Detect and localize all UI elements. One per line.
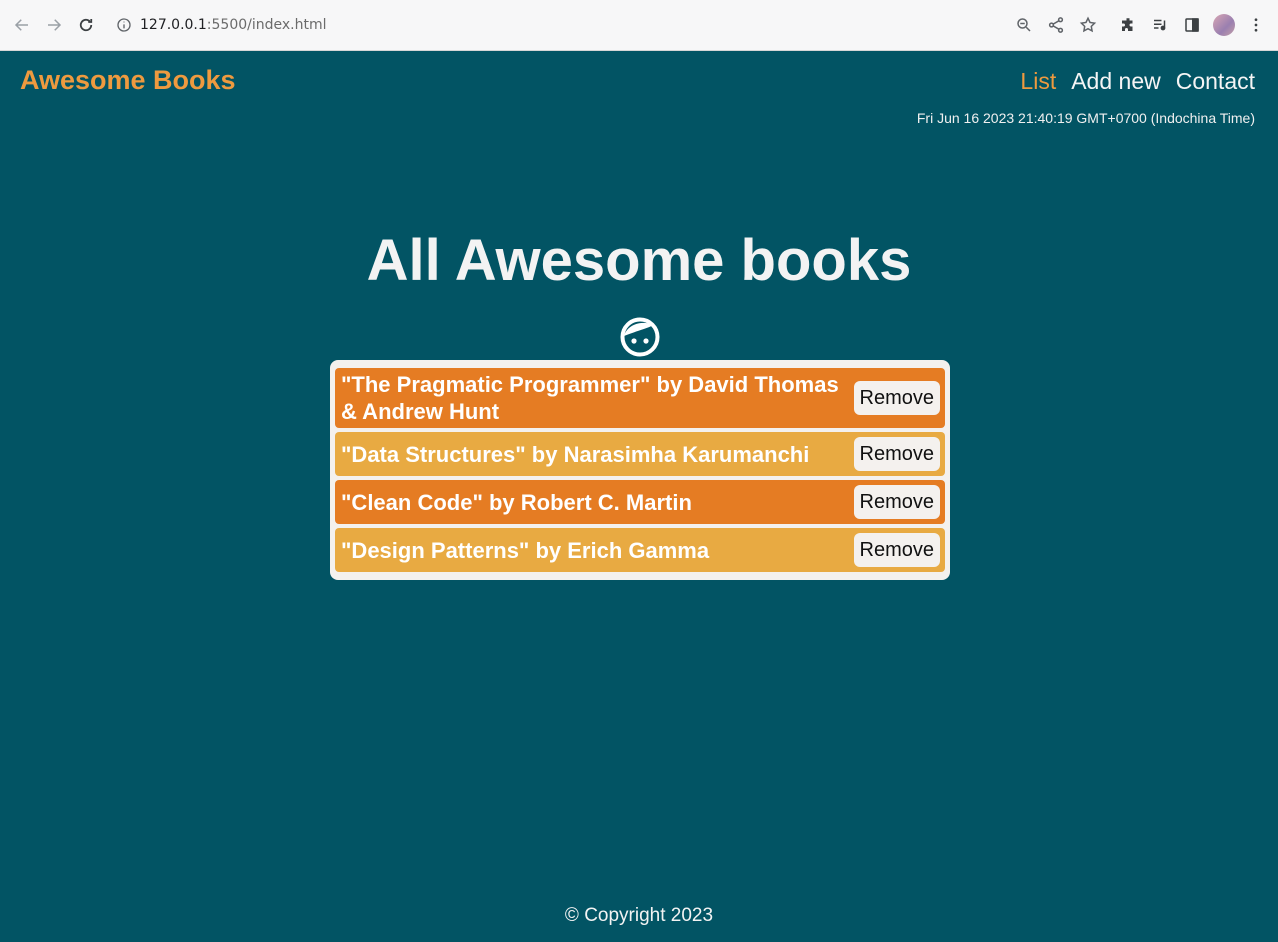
remove-button[interactable]: Remove bbox=[853, 437, 940, 471]
book-item: "Design Patterns" by Erich Gamma Remove bbox=[335, 528, 945, 572]
remove-button[interactable]: Remove bbox=[853, 381, 940, 415]
current-datetime: Fri Jun 16 2023 21:40:19 GMT+0700 (Indoc… bbox=[916, 110, 1255, 126]
profile-avatar[interactable] bbox=[1213, 14, 1235, 36]
nav-list[interactable]: List bbox=[1020, 68, 1056, 95]
remove-button[interactable]: Remove bbox=[853, 533, 940, 567]
side-panel-icon[interactable] bbox=[1176, 9, 1208, 41]
extensions-icon[interactable] bbox=[1112, 9, 1144, 41]
book-title: "Data Structures" by Narasimha Karumanch… bbox=[341, 441, 810, 467]
book-title: "Design Patterns" by Erich Gamma bbox=[341, 537, 710, 563]
bookmark-star-icon[interactable] bbox=[1072, 9, 1104, 41]
menu-kebab-icon[interactable] bbox=[1240, 9, 1272, 41]
nav-contact[interactable]: Contact bbox=[1176, 68, 1255, 95]
face-icon bbox=[620, 317, 660, 357]
book-item: "Clean Code" by Robert C. Martin Remove bbox=[335, 480, 945, 524]
share-icon[interactable] bbox=[1040, 9, 1072, 41]
page-title: All Awesome books bbox=[366, 228, 912, 293]
media-control-icon[interactable] bbox=[1144, 9, 1176, 41]
nav-add-new[interactable]: Add new bbox=[1071, 68, 1161, 95]
book-list: "The Pragmatic Programmer" by David Thom… bbox=[330, 360, 950, 580]
url-host: 127.0.0.1 bbox=[140, 17, 207, 33]
address-bar[interactable]: 127.0.0.1:5500/index.html bbox=[116, 9, 1008, 41]
remove-button[interactable]: Remove bbox=[853, 485, 940, 519]
forward-icon[interactable] bbox=[38, 9, 70, 41]
book-item: "The Pragmatic Programmer" by David Thom… bbox=[335, 368, 945, 428]
zoom-icon[interactable] bbox=[1008, 9, 1040, 41]
page: Awesome Books List Add new Contact Fri J… bbox=[0, 51, 1278, 942]
book-item: "Data Structures" by Narasimha Karumanch… bbox=[335, 432, 945, 476]
book-title: "Clean Code" by Robert C. Martin bbox=[341, 489, 692, 515]
url-path: :5500/index.html bbox=[206, 17, 327, 33]
site-info-icon[interactable] bbox=[116, 17, 132, 33]
reload-icon[interactable] bbox=[70, 9, 102, 41]
main-nav: List Add new Contact bbox=[1005, 68, 1255, 95]
book-title: "The Pragmatic Programmer" by David Thom… bbox=[341, 372, 839, 424]
browser-toolbar: 127.0.0.1:5500/index.html bbox=[0, 0, 1278, 51]
browser-actions bbox=[1008, 9, 1272, 41]
browser-nav bbox=[6, 9, 102, 41]
footer-copyright: © Copyright 2023 bbox=[564, 905, 714, 926]
brand-logo[interactable]: Awesome Books bbox=[20, 65, 236, 96]
back-icon[interactable] bbox=[6, 9, 38, 41]
